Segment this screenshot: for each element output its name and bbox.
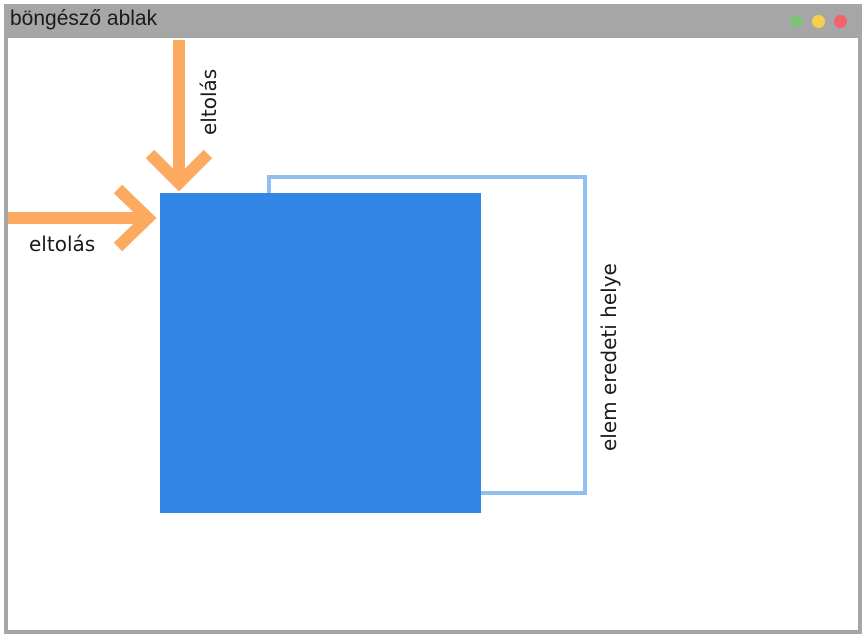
offset-diagram: eltolás eltolás elem eredeti helye [8, 40, 621, 513]
top-offset-label: eltolás [197, 69, 221, 135]
moved-element [160, 193, 481, 513]
original-position-label: elem eredeti helye [597, 263, 621, 451]
left-offset-label: eltolás [29, 232, 95, 256]
